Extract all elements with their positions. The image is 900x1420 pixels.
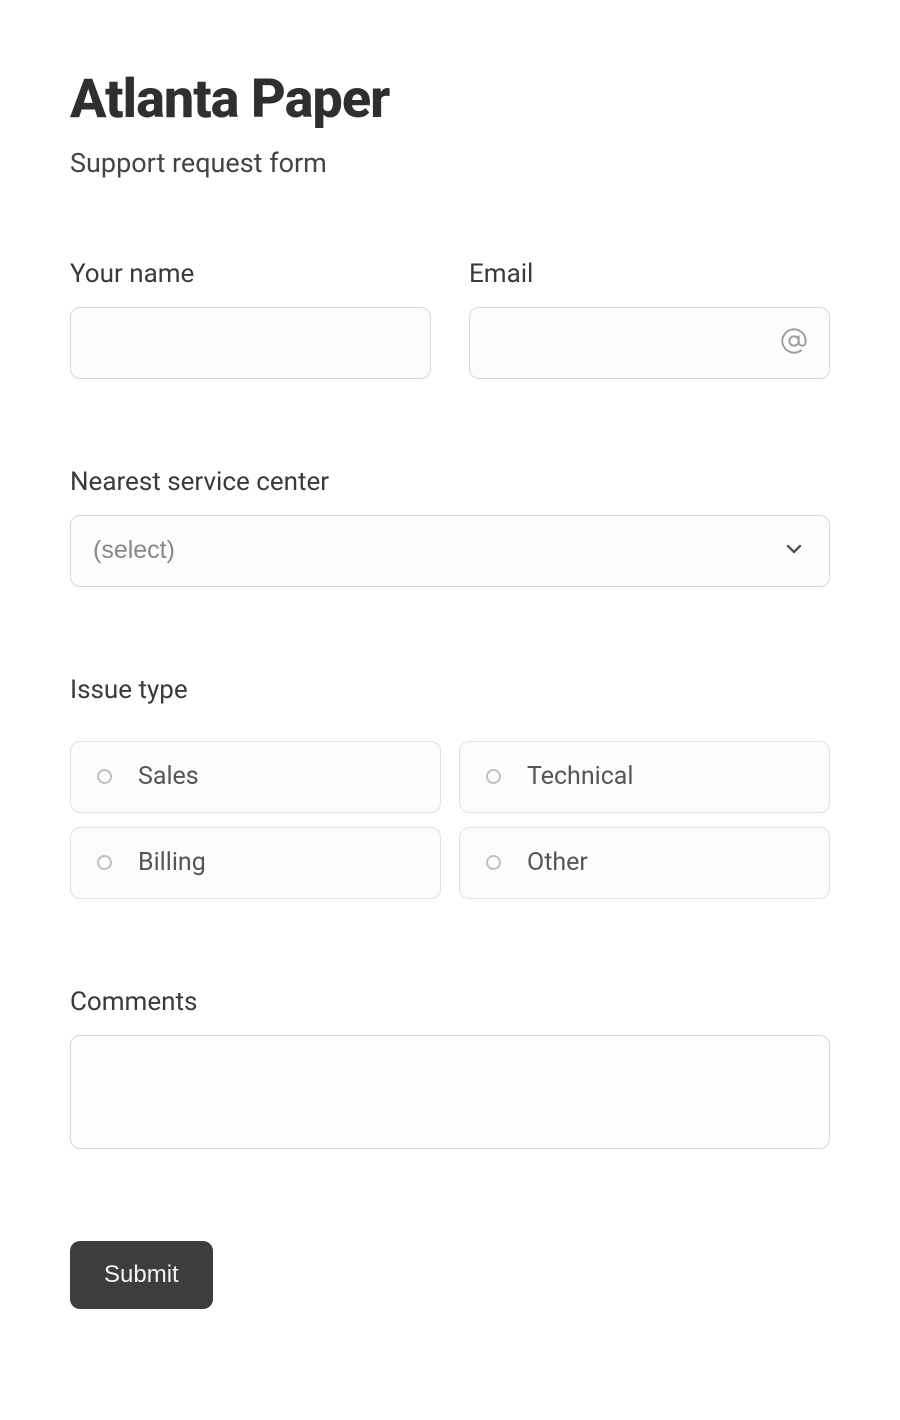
service-center-label: Nearest service center	[70, 467, 830, 497]
page-title: Atlanta Paper	[70, 72, 830, 129]
radio-icon	[486, 769, 501, 784]
issue-type-option-technical[interactable]: Technical	[459, 741, 830, 813]
service-center-placeholder: (select)	[93, 536, 175, 565]
issue-type-option-other[interactable]: Other	[459, 827, 830, 899]
name-input[interactable]	[70, 307, 431, 379]
comments-label: Comments	[70, 987, 830, 1017]
radio-label: Other	[527, 848, 588, 877]
radio-icon	[97, 769, 112, 784]
issue-type-option-billing[interactable]: Billing	[70, 827, 441, 899]
submit-button[interactable]: Submit	[70, 1241, 213, 1309]
radio-label: Billing	[138, 848, 206, 877]
comments-textarea[interactable]	[70, 1035, 830, 1149]
email-label: Email	[469, 259, 830, 289]
issue-type-label: Issue type	[70, 675, 830, 705]
issue-type-option-sales[interactable]: Sales	[70, 741, 441, 813]
service-center-select[interactable]: (select)	[70, 515, 830, 587]
radio-icon	[97, 855, 112, 870]
radio-label: Sales	[138, 762, 199, 791]
page-subtitle: Support request form	[70, 147, 830, 179]
radio-label: Technical	[527, 762, 633, 791]
radio-icon	[486, 855, 501, 870]
email-input[interactable]	[469, 307, 830, 379]
name-label: Your name	[70, 259, 431, 289]
